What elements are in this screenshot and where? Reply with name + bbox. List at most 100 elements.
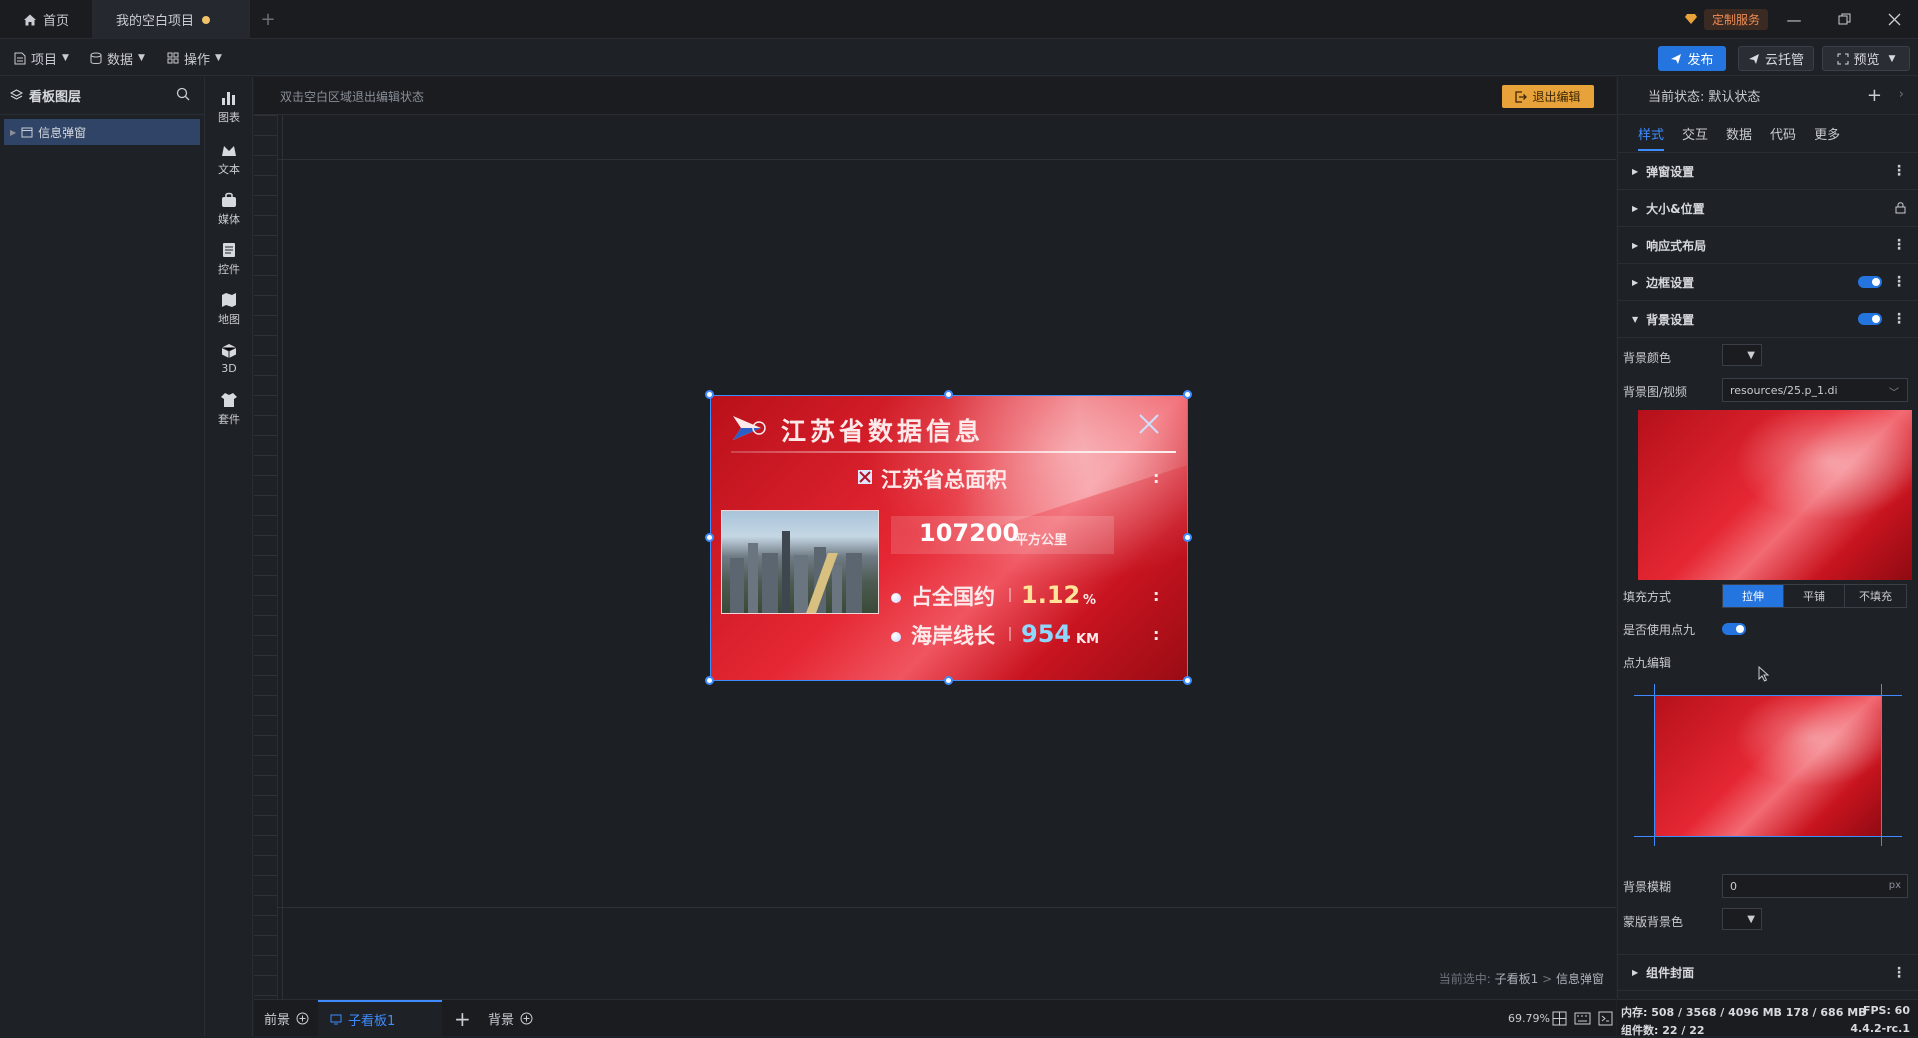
resize-handle-sw[interactable] xyxy=(705,676,714,685)
add-state-button[interactable]: + xyxy=(1867,85,1882,106)
tool-chart[interactable]: 图表 xyxy=(205,81,253,133)
monitor-icon xyxy=(330,1014,342,1025)
nine-patch-guide-bottom[interactable] xyxy=(1634,836,1902,837)
popup-close-icon[interactable] xyxy=(1137,412,1161,436)
send-icon xyxy=(1671,53,1682,64)
mask-color-picker[interactable]: ▼ xyxy=(1722,908,1762,930)
section-background[interactable]: ▼ 背景设置 ⋮ xyxy=(1618,301,1918,338)
background-toggle[interactable] xyxy=(1858,313,1882,325)
fill-mode-stretch[interactable]: 拉伸 xyxy=(1723,585,1784,607)
custom-service-button[interactable]: 定制服务 xyxy=(1684,8,1768,30)
resize-handle-e[interactable] xyxy=(1183,533,1192,542)
edit-hint-bar: 双击空白区域退出编辑状态 退出编辑 xyxy=(254,77,1616,115)
tool-control[interactable]: 控件 xyxy=(205,233,253,285)
more-vertical-icon[interactable]: ⋮ xyxy=(1892,238,1906,252)
bg-image-select[interactable]: resources/25.p_1.di ﹀ xyxy=(1722,378,1908,402)
area-value: 107200 xyxy=(919,519,1020,547)
nine-patch-toggle[interactable] xyxy=(1722,623,1746,635)
add-circle-icon[interactable] xyxy=(296,1012,309,1025)
menu-operate[interactable]: 操作 ▼ xyxy=(167,40,222,76)
chevron-right-icon[interactable]: › xyxy=(1899,87,1904,102)
more-vertical-icon[interactable]: ⋮ xyxy=(1892,164,1906,178)
tab-interaction[interactable]: 交互 xyxy=(1682,124,1708,143)
chevron-down-icon: ▼ xyxy=(62,53,69,63)
fill-mode-none[interactable]: 不填充 xyxy=(1845,585,1906,607)
section-popup-settings[interactable]: ▶ 弹窗设置 ⋮ xyxy=(1618,153,1918,190)
tab-foreground[interactable]: 前景 xyxy=(264,1000,309,1037)
resize-handle-ne[interactable] xyxy=(1183,390,1192,399)
fit-screen-icon[interactable] xyxy=(1552,1011,1567,1026)
exit-edit-button[interactable]: 退出编辑 xyxy=(1502,85,1594,108)
control-icon xyxy=(223,242,235,257)
resize-handle-se[interactable] xyxy=(1183,676,1192,685)
fill-mode-segmented: 拉伸 平铺 不填充 xyxy=(1722,584,1907,608)
section-responsive[interactable]: ▶ 响应式布局 ⋮ xyxy=(1618,227,1918,264)
tool-chart-label: 图表 xyxy=(218,110,240,124)
menu-project[interactable]: 项目 ▼ xyxy=(14,40,69,76)
add-sub-board-button[interactable]: + xyxy=(454,1000,471,1037)
tool-suite[interactable]: 套件 xyxy=(205,383,253,435)
caret-right-icon[interactable]: ▶ xyxy=(10,128,16,137)
text-icon xyxy=(222,145,236,156)
tab-home[interactable]: 首页 xyxy=(0,0,92,39)
section-cover[interactable]: ▶ 组件封面 ⋮ xyxy=(1618,954,1918,991)
tab-data[interactable]: 数据 xyxy=(1726,124,1752,143)
canvas-guide-left xyxy=(282,115,283,999)
tab-background[interactable]: 背景 xyxy=(488,1000,533,1037)
custom-service-label: 定制服务 xyxy=(1703,8,1768,30)
border-toggle[interactable] xyxy=(1858,276,1882,288)
nine-patch-guide-top[interactable] xyxy=(1634,695,1902,696)
state-value[interactable]: 默认状态 xyxy=(1708,86,1760,105)
nine-patch-guide-right[interactable] xyxy=(1881,684,1882,846)
fill-mode-tile[interactable]: 平铺 xyxy=(1784,585,1845,607)
section-size-position-label: 大小&位置 xyxy=(1646,201,1705,216)
bg-color-picker[interactable]: ▼ xyxy=(1722,344,1762,366)
section-size-position[interactable]: ▶ 大小&位置 xyxy=(1618,190,1918,227)
lock-icon[interactable] xyxy=(1895,201,1906,214)
menu-data[interactable]: 数据 ▼ xyxy=(90,40,145,76)
home-icon xyxy=(23,14,36,25)
chevron-down-icon: ▼ xyxy=(1888,53,1896,64)
tool-3d[interactable]: 3D xyxy=(205,333,253,385)
minimize-button[interactable]: — xyxy=(1772,0,1816,39)
publish-button[interactable]: 发布 xyxy=(1658,46,1726,71)
more-vertical-icon[interactable]: ⋮ xyxy=(1892,275,1906,289)
zoom-level[interactable]: 69.79% xyxy=(1508,1012,1550,1025)
nine-patch-guide-left[interactable] xyxy=(1654,684,1655,846)
resize-handle-w[interactable] xyxy=(705,533,714,542)
more-vertical-icon[interactable]: ⋮ xyxy=(1892,312,1906,326)
layers-search-button[interactable] xyxy=(176,87,190,105)
database-icon xyxy=(90,52,102,64)
mask-color-label: 蒙版背景色 xyxy=(1623,915,1684,929)
preview-button[interactable]: 预览 ▼ xyxy=(1822,46,1910,71)
tool-text[interactable]: 文本 xyxy=(205,133,253,185)
tab-sub-board-1[interactable]: 子看板1 xyxy=(318,1000,442,1037)
tab-style[interactable]: 样式 xyxy=(1638,124,1665,151)
add-tab-button[interactable]: + xyxy=(250,0,286,39)
tab-project[interactable]: 我的空白项目 xyxy=(92,0,250,39)
vertical-ruler xyxy=(254,115,278,999)
resize-handle-n[interactable] xyxy=(944,390,953,399)
terminal-icon[interactable] xyxy=(1598,1011,1613,1026)
keyboard-icon[interactable] xyxy=(1574,1012,1591,1025)
tool-map[interactable]: 地图 xyxy=(205,283,253,335)
background-settings-body: 背景颜色 ▼ 背景图/视频 resources/25.p_1.di ﹀ 填充方式… xyxy=(1618,338,1918,954)
layer-item-info-popup[interactable]: ▶ 信息弹窗 xyxy=(4,119,200,145)
section-border[interactable]: ▶ 边框设置 ⋮ xyxy=(1618,264,1918,301)
tool-media[interactable]: 媒体 xyxy=(205,183,253,235)
cloud-hosting-button[interactable]: 云托管 xyxy=(1738,46,1814,71)
tool-control-label: 控件 xyxy=(218,262,240,276)
resize-handle-nw[interactable] xyxy=(705,390,714,399)
tab-code[interactable]: 代码 xyxy=(1770,124,1796,143)
nine-patch-editor-image[interactable] xyxy=(1654,695,1882,837)
more-vertical-icon[interactable]: ⋮ xyxy=(1892,966,1906,980)
section-responsive-label: 响应式布局 xyxy=(1646,238,1707,253)
info-popup-widget[interactable]: 江苏省数据信息 江苏省总面积 : 107200 平方公里 占全国约 1.12 %… xyxy=(710,395,1188,681)
close-window-button[interactable] xyxy=(1872,0,1916,39)
resize-handle-s[interactable] xyxy=(944,676,953,685)
tab-more[interactable]: 更多 xyxy=(1814,124,1840,143)
add-circle-icon[interactable] xyxy=(520,1012,533,1025)
section-cover-label: 组件封面 xyxy=(1646,966,1695,980)
bg-blur-input[interactable]: 0 px xyxy=(1722,874,1908,898)
restore-button[interactable] xyxy=(1822,0,1866,39)
